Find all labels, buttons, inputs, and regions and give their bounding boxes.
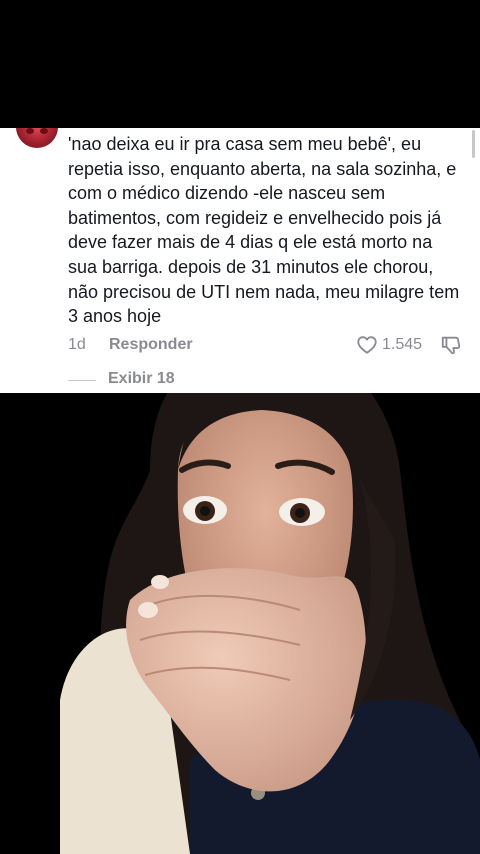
view-replies-label: Exibir 18 — [108, 370, 175, 387]
comment-text: 'nao deixa eu ir pra casa sem meu bebê',… — [68, 134, 460, 327]
heart-icon[interactable] — [356, 334, 378, 356]
top-letterbox — [0, 0, 480, 128]
avatar-eye — [40, 128, 48, 134]
like-count: 1.545 — [382, 336, 423, 353]
person-illustration — [60, 393, 480, 854]
reply-button[interactable]: Responder — [109, 336, 193, 354]
avatar[interactable] — [16, 128, 58, 148]
divider — [68, 380, 96, 381]
avatar-eye — [26, 128, 34, 134]
comment-card: 'nao deixa eu ir pra casa sem meu bebê',… — [0, 128, 480, 393]
scrollbar[interactable] — [472, 130, 475, 158]
comment-meta: 1d Responder 1.545 — [68, 336, 468, 358]
video-frame[interactable] — [0, 393, 480, 854]
comment-date: 1d — [68, 336, 86, 353]
thumbs-down-icon[interactable] — [440, 334, 462, 356]
